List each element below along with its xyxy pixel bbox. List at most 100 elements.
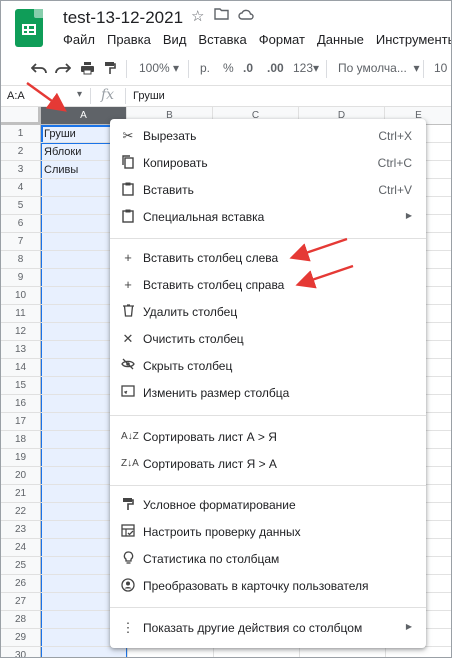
plus-icon: + bbox=[124, 277, 132, 292]
menu-item-clear-column[interactable]: ✕ Очистить столбец bbox=[110, 326, 426, 352]
sheets-logo-icon[interactable] bbox=[15, 9, 43, 47]
row-header[interactable]: 17 bbox=[1, 413, 41, 431]
menu-item-delete-column[interactable]: Удалить столбец bbox=[110, 299, 426, 325]
submenu-arrow-icon: ▶ bbox=[405, 622, 412, 631]
menu-item-insert-column-left[interactable]: + Вставить столбец слева bbox=[110, 245, 426, 271]
row-header[interactable]: 16 bbox=[1, 395, 41, 413]
menu-item-sort-z-a[interactable]: Z↓A Сортировать лист Я > А bbox=[110, 451, 426, 477]
zoom-select[interactable]: 100% ▾ bbox=[139, 61, 179, 75]
column-context-menu: ✂ Вырезать Ctrl+X Копировать Ctrl+C Вста… bbox=[110, 119, 426, 648]
menu-item-copy[interactable]: Копировать Ctrl+C bbox=[110, 150, 426, 176]
redo-icon[interactable] bbox=[55, 61, 72, 78]
menu-item-conditional-formatting[interactable]: Условное форматирование bbox=[110, 492, 426, 518]
row-header[interactable]: 25 bbox=[1, 557, 41, 575]
row-header[interactable]: 7 bbox=[1, 233, 41, 251]
plus-icon: + bbox=[124, 250, 132, 265]
scissors-icon: ✂ bbox=[122, 128, 134, 143]
row-header[interactable]: 4 bbox=[1, 179, 41, 197]
row-header[interactable]: 22 bbox=[1, 503, 41, 521]
toolbar: 100% ▾ р. % .0 .00 123▾ По умолча... ▾ 1… bbox=[1, 55, 451, 85]
menu-item-paste[interactable]: Вставить Ctrl+V bbox=[110, 177, 426, 203]
row-header[interactable]: 19 bbox=[1, 449, 41, 467]
row-header[interactable]: 1 bbox=[1, 125, 41, 143]
submenu-arrow-icon: ▶ bbox=[405, 211, 412, 220]
row-header[interactable]: 9 bbox=[1, 269, 41, 287]
menu-format[interactable]: Формат bbox=[253, 32, 311, 47]
row-header[interactable]: 26 bbox=[1, 575, 41, 593]
menu-item-sort-a-z[interactable]: A↓Z Сортировать лист А > Я bbox=[110, 424, 426, 450]
menu-item-paste-special[interactable]: Специальная вставка ▶ bbox=[110, 204, 426, 230]
row-header[interactable]: 6 bbox=[1, 215, 41, 233]
menu-bar: Файл Правка Вид Вставка Формат Данные Ин… bbox=[57, 32, 451, 47]
row-header[interactable]: 30 bbox=[1, 647, 41, 657]
row-header[interactable]: 2 bbox=[1, 143, 41, 161]
currency-format-button[interactable]: р. bbox=[200, 61, 210, 75]
menu-divider bbox=[110, 415, 426, 416]
row-header[interactable]: 27 bbox=[1, 593, 41, 611]
lightbulb-icon bbox=[121, 551, 135, 567]
font-select[interactable]: По умолча... ▾ bbox=[338, 61, 420, 75]
row-header[interactable]: 23 bbox=[1, 521, 41, 539]
row-header[interactable]: 10 bbox=[1, 287, 41, 305]
row-header[interactable]: 13 bbox=[1, 341, 41, 359]
formula-input[interactable]: Груши bbox=[133, 90, 165, 102]
move-folder-icon[interactable] bbox=[214, 7, 229, 24]
row-header[interactable]: 14 bbox=[1, 359, 41, 377]
cell-a3[interactable]: Сливы bbox=[44, 164, 78, 176]
menu-item-insert-column-right[interactable]: + Вставить столбец справа bbox=[110, 272, 426, 298]
paste-icon bbox=[121, 182, 135, 198]
name-box[interactable]: A:A bbox=[7, 90, 25, 102]
document-title[interactable]: test-13-12-2021 bbox=[63, 8, 183, 28]
undo-icon[interactable] bbox=[30, 61, 47, 78]
font-size-select[interactable]: 10 bbox=[434, 61, 447, 75]
more-vert-icon: ⋮ bbox=[121, 620, 135, 635]
row-header[interactable]: 20 bbox=[1, 467, 41, 485]
decrease-decimal-button[interactable]: .0 bbox=[243, 61, 253, 75]
cloud-status-icon[interactable] bbox=[238, 7, 254, 24]
chevron-down-icon[interactable]: ▾ bbox=[77, 89, 82, 100]
row-header[interactable]: 12 bbox=[1, 323, 41, 341]
cell-a2[interactable]: Яблоки bbox=[44, 146, 81, 158]
row-header[interactable]: 21 bbox=[1, 485, 41, 503]
row-header[interactable]: 11 bbox=[1, 305, 41, 323]
row-header[interactable]: 5 bbox=[1, 197, 41, 215]
menu-data[interactable]: Данные bbox=[311, 32, 370, 47]
row-header[interactable]: 8 bbox=[1, 251, 41, 269]
paint-format-icon[interactable] bbox=[104, 61, 116, 78]
print-icon[interactable] bbox=[80, 61, 95, 78]
paint-roller-icon bbox=[121, 497, 135, 513]
close-icon: ✕ bbox=[122, 331, 134, 346]
menu-item-column-stats[interactable]: Статистика по столбцам bbox=[110, 546, 426, 572]
menu-file[interactable]: Файл bbox=[57, 32, 101, 47]
number-format-select[interactable]: 123▾ bbox=[293, 61, 319, 75]
menu-item-cut[interactable]: ✂ Вырезать Ctrl+X bbox=[110, 123, 426, 149]
row-header[interactable]: 3 bbox=[1, 161, 41, 179]
menu-item-more-column-actions[interactable]: ⋮ Показать другие действия со столбцом ▶ bbox=[110, 615, 426, 641]
menu-item-convert-to-people-chip[interactable]: Преобразовать в карточку пользователя bbox=[110, 573, 426, 599]
menu-item-data-validation[interactable]: Настроить проверку данных bbox=[110, 519, 426, 545]
menu-tools[interactable]: Инструменты bbox=[370, 32, 451, 47]
star-icon[interactable]: ☆ bbox=[191, 7, 204, 25]
trash-icon bbox=[121, 304, 135, 320]
menu-insert[interactable]: Вставка bbox=[192, 32, 252, 47]
app-window: test-13-12-2021 ☆ Файл Правка Вид Вставк… bbox=[0, 0, 452, 658]
menu-divider bbox=[110, 607, 426, 608]
menu-view[interactable]: Вид bbox=[157, 32, 193, 47]
row-header[interactable]: 24 bbox=[1, 539, 41, 557]
row-header[interactable]: 15 bbox=[1, 377, 41, 395]
menu-edit[interactable]: Правка bbox=[101, 32, 157, 47]
resize-icon bbox=[121, 385, 135, 401]
person-card-icon bbox=[121, 578, 135, 594]
percent-format-button[interactable]: % bbox=[223, 61, 234, 75]
menu-item-resize-column[interactable]: Изменить размер столбца bbox=[110, 380, 426, 406]
row-header[interactable]: 29 bbox=[1, 629, 41, 647]
menu-item-hide-column[interactable]: Скрыть столбец bbox=[110, 353, 426, 379]
increase-decimal-button[interactable]: .00 bbox=[267, 61, 284, 75]
sort-za-icon: Z↓A bbox=[121, 458, 139, 469]
select-all-corner[interactable] bbox=[1, 107, 41, 125]
menu-divider bbox=[110, 485, 426, 486]
fx-icon: fx bbox=[101, 87, 115, 103]
row-header[interactable]: 28 bbox=[1, 611, 41, 629]
row-header[interactable]: 18 bbox=[1, 431, 41, 449]
data-validation-icon bbox=[121, 524, 135, 540]
